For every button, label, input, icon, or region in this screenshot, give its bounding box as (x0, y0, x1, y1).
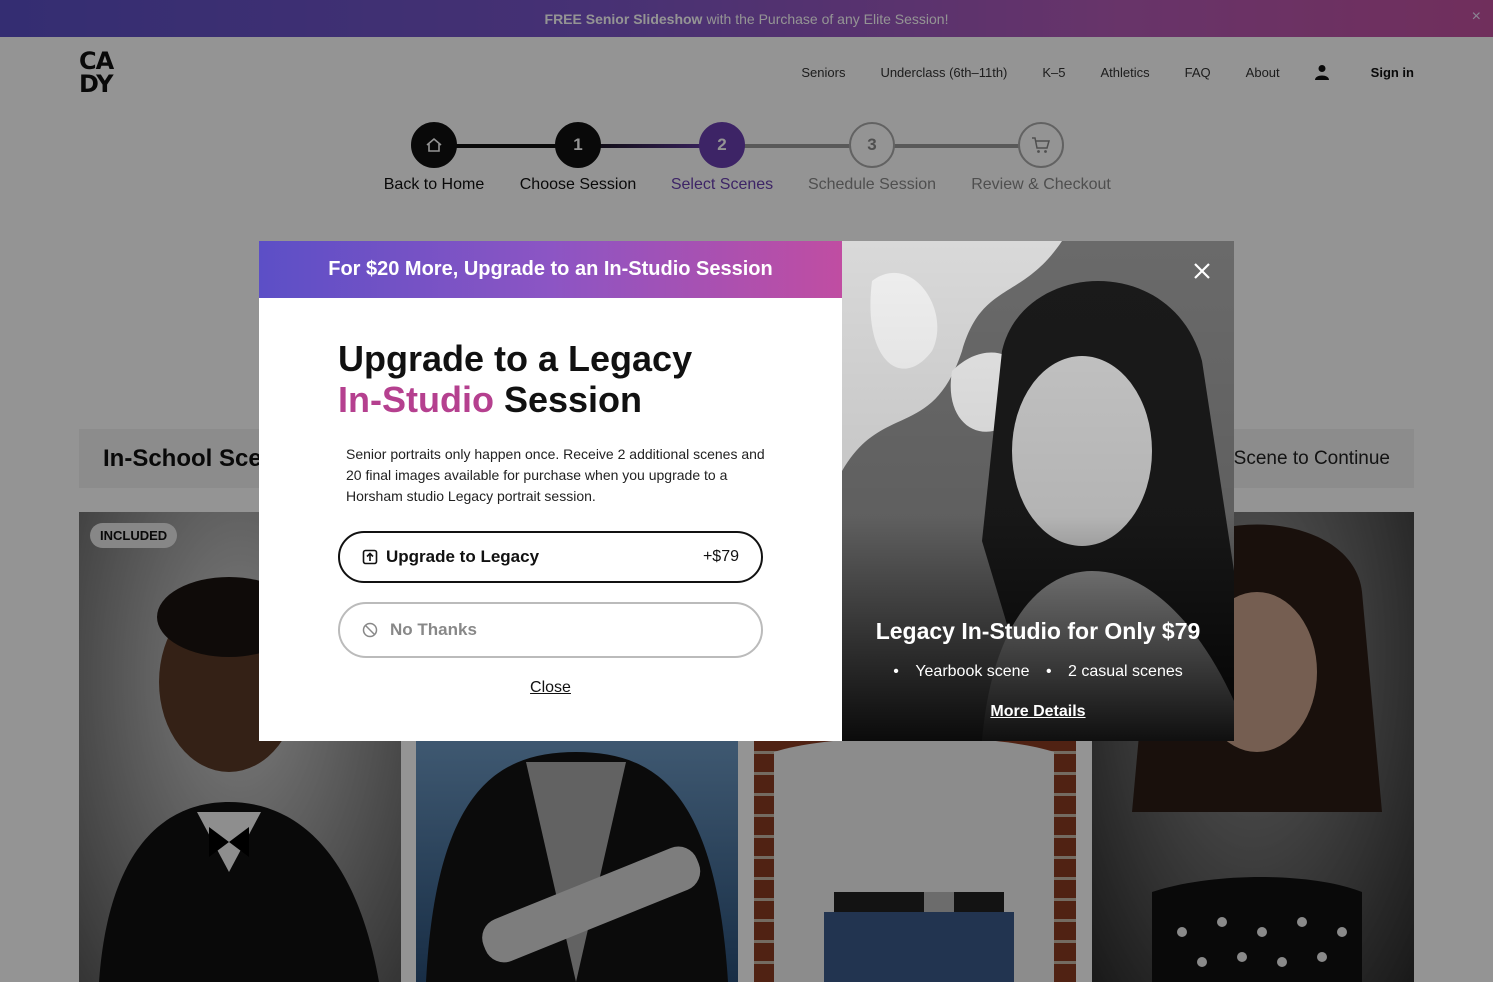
no-thanks-button[interactable]: No Thanks (338, 602, 763, 658)
heading-accent: In-Studio (338, 379, 494, 420)
modal-heading: Upgrade to a Legacy In-Studio Session (338, 338, 692, 420)
upgrade-label: Upgrade to Legacy (386, 547, 540, 566)
bullet-dot: • (1045, 663, 1052, 680)
modal-promo-panel: Legacy In-Studio for Only $79 • Yearbook… (842, 241, 1234, 741)
close-icon[interactable] (1190, 259, 1214, 283)
modal-description: Senior portraits only happen once. Recei… (346, 446, 765, 504)
upgrade-button[interactable]: Upgrade to Legacy +$79 (338, 531, 763, 583)
modal-banner: For $20 More, Upgrade to an In-Studio Se… (259, 241, 842, 298)
heading-line-2: In-Studio Session (338, 379, 692, 420)
bullet-item: Yearbook scene (915, 663, 1030, 680)
heading-rest: Session (503, 379, 643, 420)
more-details-link[interactable]: More Details (842, 703, 1234, 721)
upgrade-modal: For $20 More, Upgrade to an In-Studio Se… (259, 241, 1234, 741)
no-thanks-label: No Thanks (390, 620, 477, 639)
modal-content: For $20 More, Upgrade to an In-Studio Se… (259, 241, 842, 741)
close-link[interactable]: Close (259, 679, 842, 697)
ban-icon (362, 622, 378, 638)
upgrade-icon (362, 549, 378, 565)
promo-bullets: • Yearbook scene • 2 casual scenes (842, 663, 1234, 681)
promo-title: Legacy In-Studio for Only $79 (875, 618, 1201, 644)
bullet-dot: • (893, 663, 899, 680)
heading-line-1: Upgrade to a Legacy (338, 338, 693, 379)
upgrade-price: +$79 (702, 548, 739, 565)
bullet-item: 2 casual scenes (1068, 663, 1183, 680)
